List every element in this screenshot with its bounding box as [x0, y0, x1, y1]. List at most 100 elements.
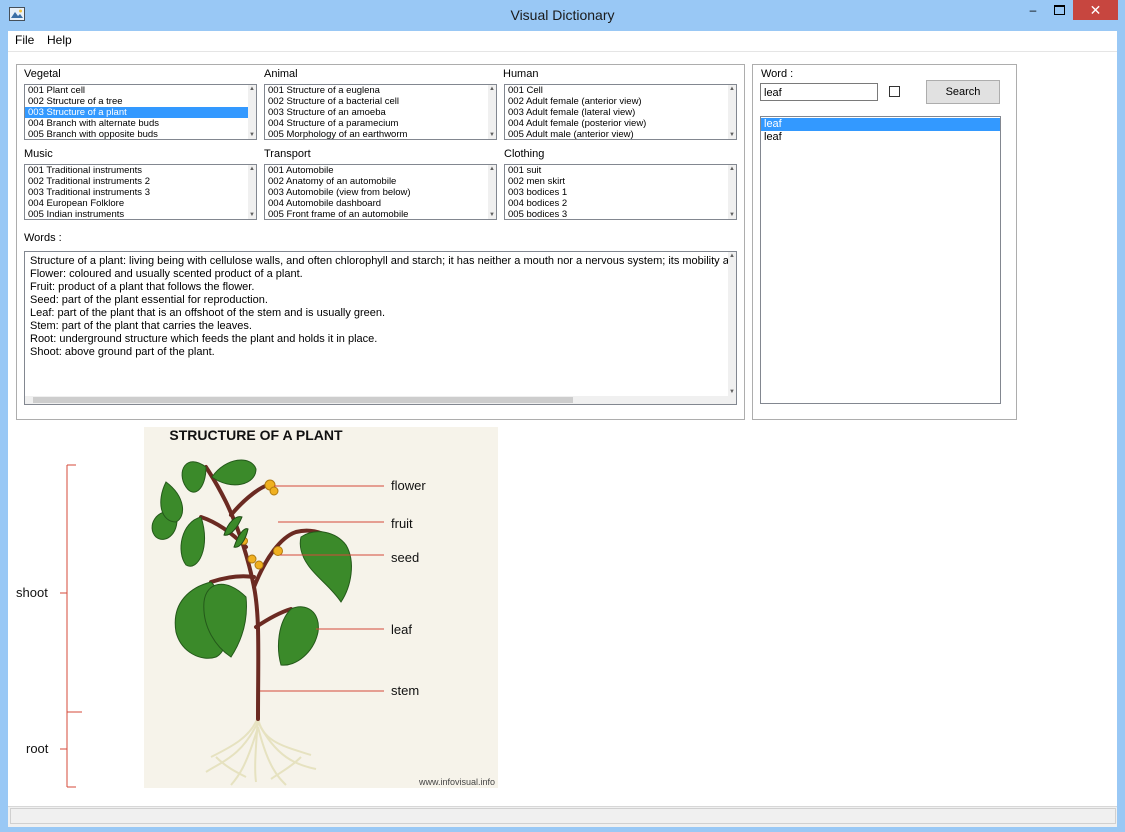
result-item[interactable]: leaf	[761, 131, 1000, 144]
window-frame-left	[0, 31, 8, 832]
list-item[interactable]: 003 Automobile (view from below)	[265, 187, 496, 198]
list-item[interactable]: 001 Traditional instruments	[25, 165, 256, 176]
word-label: Word :	[761, 68, 794, 80]
label-leaf: leaf	[391, 622, 412, 637]
animal-scrollbar[interactable]: ▲ ▼	[488, 85, 496, 139]
scroll-thumb[interactable]	[33, 397, 573, 403]
list-item[interactable]: 004 Branch with alternate buds	[25, 118, 256, 129]
list-item-selected[interactable]: 003 Structure of a plant	[25, 107, 256, 118]
list-item[interactable]: 005 Indian instruments	[25, 209, 256, 219]
result-item-selected[interactable]: leaf	[761, 118, 1000, 131]
list-item[interactable]: 003 Structure of an amoeba	[265, 107, 496, 118]
word-definition: Leaf: part of the plant that is an offsh…	[30, 307, 386, 319]
list-item[interactable]: 004 Structure of a paramecium	[265, 118, 496, 129]
scroll-down-icon[interactable]: ▼	[488, 131, 496, 139]
scroll-down-icon[interactable]: ▼	[248, 131, 256, 139]
scroll-up-icon[interactable]: ▲	[488, 85, 496, 93]
scroll-down-icon[interactable]: ▼	[728, 388, 736, 396]
list-item[interactable]: 005 Front frame of an automobile	[265, 209, 496, 219]
scroll-up-icon[interactable]: ▲	[728, 165, 736, 173]
list-item[interactable]: 002 Traditional instruments 2	[25, 176, 256, 187]
maximize-button[interactable]	[1046, 0, 1072, 20]
roots-drawing	[205, 716, 317, 786]
plant-illustration: STRUCTURE OF A PLANT shoot root flower f…	[16, 427, 498, 788]
word-definition: Root: underground structure which feeds …	[30, 333, 378, 345]
human-list[interactable]: 001 Cell 002 Adult female (anterior view…	[504, 84, 737, 140]
search-button[interactable]: Search	[926, 80, 1000, 104]
scroll-up-icon[interactable]: ▲	[728, 85, 736, 93]
match-checkbox[interactable]	[889, 86, 900, 97]
label-flower: flower	[391, 478, 426, 493]
human-label: Human	[503, 68, 539, 80]
list-item[interactable]: 002 Anatomy of an automobile	[265, 176, 496, 187]
label-seed: seed	[391, 550, 419, 565]
clothing-list[interactable]: 001 suit 002 men skirt 003 bodices 1 004…	[504, 164, 737, 220]
words-textbox[interactable]: Structure of a plant: living being with …	[24, 251, 737, 405]
list-item[interactable]: 002 Structure of a tree	[25, 96, 256, 107]
list-item[interactable]: 001 Cell	[505, 85, 736, 96]
list-item[interactable]: 001 Automobile	[265, 165, 496, 176]
list-item[interactable]: 004 bodices 2	[505, 198, 736, 209]
list-item[interactable]: 001 suit	[505, 165, 736, 176]
word-input[interactable]: leaf	[760, 83, 878, 101]
scroll-down-icon[interactable]: ▼	[248, 211, 256, 219]
animal-list[interactable]: 001 Structure of a euglena 002 Structure…	[264, 84, 497, 140]
menu-help[interactable]: Help	[47, 33, 72, 47]
minimize-icon: ‒	[1029, 3, 1037, 17]
word-definition: Seed: part of the plant essential for re…	[30, 294, 268, 306]
list-item[interactable]: 002 men skirt	[505, 176, 736, 187]
word-definition: Structure of a plant: living being with …	[30, 255, 729, 267]
list-item[interactable]: 004 Automobile dashboard	[265, 198, 496, 209]
results-list[interactable]: leaf leaf	[760, 116, 1001, 404]
vegetal-scrollbar[interactable]: ▲ ▼	[248, 85, 256, 139]
list-item[interactable]: 003 bodices 1	[505, 187, 736, 198]
window-frame-right	[1117, 31, 1125, 832]
list-item[interactable]: 005 Adult male (anterior view)	[505, 129, 736, 139]
list-item[interactable]: 004 European Folklore	[25, 198, 256, 209]
word-definition: Stem: part of the plant that carries the…	[30, 320, 252, 332]
words-horizontal-scrollbar[interactable]	[25, 396, 736, 404]
label-stem: stem	[391, 683, 419, 698]
close-button[interactable]: ✕	[1073, 0, 1118, 20]
list-item[interactable]: 001 Structure of a euglena	[265, 85, 496, 96]
music-scrollbar[interactable]: ▲ ▼	[248, 165, 256, 219]
list-item[interactable]: 001 Plant cell	[25, 85, 256, 96]
minimize-button[interactable]: ‒	[1020, 0, 1046, 20]
list-item[interactable]: 002 Adult female (anterior view)	[505, 96, 736, 107]
list-item[interactable]: 005 Branch with opposite buds	[25, 129, 256, 139]
window-title: Visual Dictionary	[510, 7, 615, 23]
scroll-down-icon[interactable]: ▼	[728, 131, 736, 139]
menu-file[interactable]: File	[15, 33, 34, 47]
list-item[interactable]: 002 Structure of a bacterial cell	[265, 96, 496, 107]
list-item[interactable]: 003 Traditional instruments 3	[25, 187, 256, 198]
label-shoot: shoot	[16, 585, 48, 600]
clothing-scrollbar[interactable]: ▲ ▼	[728, 165, 736, 219]
label-lines	[260, 485, 384, 692]
list-item[interactable]: 004 Adult female (posterior view)	[505, 118, 736, 129]
vegetal-label: Vegetal	[24, 68, 61, 80]
scroll-down-icon[interactable]: ▼	[728, 211, 736, 219]
list-item[interactable]: 005 bodices 3	[505, 209, 736, 219]
status-panel	[10, 808, 1116, 824]
clothing-label: Clothing	[504, 148, 545, 160]
words-label: Words :	[24, 232, 62, 244]
vegetal-list[interactable]: 001 Plant cell 002 Structure of a tree 0…	[24, 84, 257, 140]
transport-list[interactable]: 001 Automobile 002 Anatomy of an automob…	[264, 164, 497, 220]
list-item[interactable]: 003 Adult female (lateral view)	[505, 107, 736, 118]
word-definition: Fruit: product of a plant that follows t…	[30, 281, 255, 293]
illustration-title: STRUCTURE OF A PLANT	[169, 427, 343, 443]
scroll-up-icon[interactable]: ▲	[248, 85, 256, 93]
scroll-up-icon[interactable]: ▲	[488, 165, 496, 173]
human-scrollbar[interactable]: ▲ ▼	[728, 85, 736, 139]
music-list[interactable]: 001 Traditional instruments 002 Traditio…	[24, 164, 257, 220]
label-fruit: fruit	[391, 516, 413, 531]
words-vertical-scrollbar[interactable]: ▲ ▼	[728, 252, 736, 396]
scroll-up-icon[interactable]: ▲	[728, 252, 736, 260]
transport-label: Transport	[264, 148, 311, 160]
scroll-down-icon[interactable]: ▼	[488, 211, 496, 219]
animal-label: Animal	[264, 68, 298, 80]
list-item[interactable]: 005 Morphology of an earthworm	[265, 129, 496, 139]
word-definition: Shoot: above ground part of the plant.	[30, 346, 215, 358]
scroll-up-icon[interactable]: ▲	[248, 165, 256, 173]
transport-scrollbar[interactable]: ▲ ▼	[488, 165, 496, 219]
